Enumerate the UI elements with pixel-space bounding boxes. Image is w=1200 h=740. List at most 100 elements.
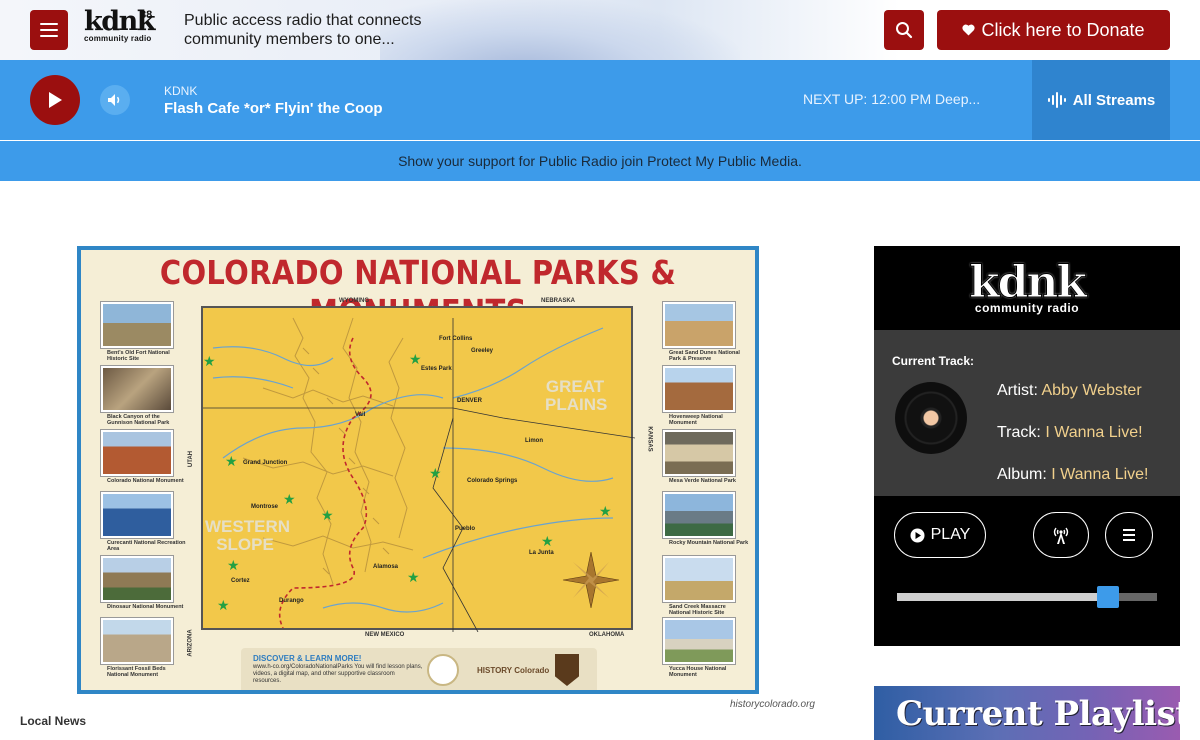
stream-select-button[interactable] xyxy=(1033,512,1089,558)
city-label: Grand Junction xyxy=(243,460,288,466)
state-label-arizona: ARIZONA xyxy=(187,629,194,657)
city-label: Pueblo xyxy=(455,526,476,532)
artist-label: Artist: xyxy=(997,382,1038,399)
region-great-plains: GREAT PLAINS xyxy=(545,377,608,414)
station-name: KDNK xyxy=(164,84,198,98)
support-banner-link[interactable]: Show your support for Public Radio join … xyxy=(0,141,1200,181)
thumb-sand-creek xyxy=(663,556,735,602)
thumb-caption: Rocky Mountain National Park xyxy=(669,540,749,546)
city-label: Durango xyxy=(279,598,304,604)
search-button[interactable] xyxy=(884,10,924,50)
park-marker-icon: ★ xyxy=(541,533,554,549)
thumb-caption: Bent's Old Fort National Historic Site xyxy=(107,350,170,362)
park-marker-icon: ★ xyxy=(283,491,296,507)
current-playlist-banner[interactable]: Current Playlist xyxy=(874,686,1180,740)
thumb-yucca-house xyxy=(663,618,735,664)
park-marker-icon: ★ xyxy=(225,453,238,469)
park-marker-icon: ★ xyxy=(599,503,612,519)
search-icon xyxy=(896,22,913,39)
track-line: Track: I Wanna Live! xyxy=(997,424,1157,441)
city-label: Alamosa xyxy=(373,564,399,570)
city-label: La Junta xyxy=(529,550,554,556)
volume-slider[interactable] xyxy=(897,586,1157,608)
article-image[interactable]: COLORADO NATIONAL PARKS & MONUMENTS Bent… xyxy=(77,246,759,694)
artist-value: Abby Webster xyxy=(1041,382,1142,399)
discover-box: DISCOVER & LEARN MORE! www.h-co.org/Colo… xyxy=(241,648,597,690)
thumb-caption: Curecanti National Recreation Area xyxy=(107,540,186,552)
list-icon xyxy=(1123,529,1135,531)
map-body: GREAT PLAINS WESTERN SLOPE Fort Collins … xyxy=(201,306,635,632)
state-label-new-mexico: NEW MEXICO xyxy=(365,632,405,638)
city-label: Fort Collins xyxy=(439,336,473,342)
playlist-menu-button[interactable] xyxy=(1105,512,1153,558)
thumb-caption: Hovenweep National Monument xyxy=(669,414,723,426)
vinyl-record-icon xyxy=(895,382,967,454)
site-logo[interactable]: kdnk 88 community radio xyxy=(84,8,164,52)
stream-widget: kdnk community radio Current Track: Arti… xyxy=(874,246,1180,646)
speaker-icon xyxy=(108,94,120,106)
donate-button[interactable]: Click here to Donate xyxy=(937,10,1170,50)
state-label-nebraska: NEBRASKA xyxy=(541,298,576,304)
state-label-utah: UTAH xyxy=(188,450,195,468)
city-label: Vail xyxy=(355,412,366,418)
album-line: Album: I Wanna Live! xyxy=(997,466,1157,483)
header-background-art xyxy=(380,0,740,60)
volume-slider-thumb[interactable] xyxy=(1096,586,1119,608)
play-icon xyxy=(49,92,62,108)
thumb-caption: Dinosaur National Monument xyxy=(107,604,184,610)
logo-frequency: 88 xyxy=(140,9,153,21)
album-value: I Wanna Live! xyxy=(1051,466,1149,483)
current-show: Flash Cafe *or* Flyin' the Coop xyxy=(164,100,383,117)
donate-label: Click here to Donate xyxy=(981,19,1145,40)
thumb-hovenweep xyxy=(663,366,735,412)
widget-play-label: PLAY xyxy=(930,526,971,543)
park-marker-icon: ★ xyxy=(409,351,422,367)
park-service-badge-icon xyxy=(555,654,579,686)
widget-logo-text: kdnk xyxy=(969,257,1088,308)
menu-button[interactable] xyxy=(30,10,68,50)
city-label: Montrose xyxy=(251,504,278,510)
broadcast-tower-icon xyxy=(1053,527,1069,544)
thumb-caption: Great Sand Dunes National Park & Preserv… xyxy=(669,350,740,362)
city-label: Estes Park xyxy=(421,366,452,372)
thumb-florissant xyxy=(101,618,173,664)
volume-button[interactable] xyxy=(100,85,130,115)
widget-logo-subtitle: community radio xyxy=(974,301,1080,315)
state-label-oklahoma: OKLAHOMA xyxy=(589,632,625,638)
image-credit: historycolorado.org xyxy=(729,699,815,710)
city-label: Greeley xyxy=(471,348,494,354)
track-value: I Wanna Live! xyxy=(1045,424,1143,441)
city-label: DENVER xyxy=(457,398,483,404)
player-bar: KDNK Flash Cafe *or* Flyin' the Coop NEX… xyxy=(0,60,1200,140)
next-up-text[interactable]: NEXT UP: 12:00 PM Deep... xyxy=(803,91,980,107)
site-tagline: Public access radio that connects commun… xyxy=(184,12,422,48)
thumb-caption: Black Canyon of the Gunnison National Pa… xyxy=(107,414,170,426)
thumb-caption: Mesa Verde National Park xyxy=(669,478,736,484)
thumb-caption: Colorado National Monument xyxy=(107,478,184,484)
state-label-kansas: KANSAS xyxy=(646,426,653,452)
park-marker-icon: ★ xyxy=(203,353,216,369)
history-colorado-logo: HISTORY Colorado xyxy=(477,666,550,675)
park-marker-icon: ★ xyxy=(227,557,240,573)
album-label: Album: xyxy=(997,466,1047,483)
site-header: kdnk 88 community radio Public access ra… xyxy=(0,0,1200,60)
track-label: Track: xyxy=(997,424,1041,441)
thumb-mesa-verde xyxy=(663,430,735,476)
play-button[interactable] xyxy=(30,75,80,125)
park-marker-icon: ★ xyxy=(429,465,442,481)
all-streams-button[interactable]: All Streams xyxy=(1032,60,1170,140)
thumb-caption: Sand Creek Massacre National Historic Si… xyxy=(669,604,726,616)
discover-text: www.h-co.org/ColoradoNationalParks You w… xyxy=(253,664,423,684)
hamburger-icon xyxy=(40,23,58,25)
thumb-curecanti xyxy=(101,492,173,538)
state-label-wyoming: WYOMING xyxy=(339,298,369,304)
widget-play-button[interactable]: PLAY xyxy=(894,512,986,558)
thumb-caption: Florissant Fossil Beds National Monument xyxy=(107,666,166,678)
play-circle-icon xyxy=(910,528,925,542)
section-label[interactable]: Local News xyxy=(20,714,86,728)
city-label: Colorado Springs xyxy=(467,478,518,484)
thumb-colorado-monument xyxy=(101,430,173,476)
widget-logo: kdnk community radio xyxy=(874,246,1180,330)
audio-wave-icon xyxy=(1047,92,1066,108)
artist-line: Artist: Abby Webster xyxy=(997,382,1157,399)
